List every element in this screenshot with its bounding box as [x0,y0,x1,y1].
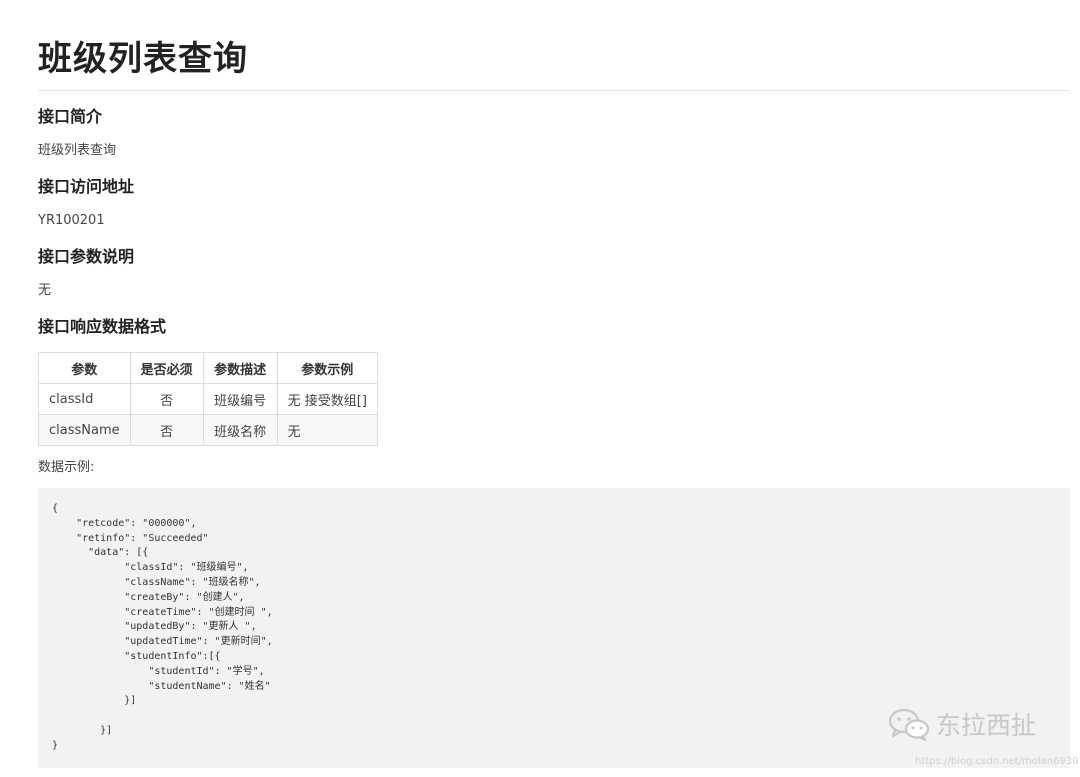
section-text-address: YR100201 [38,213,105,228]
table-header-cell: 参数示例 [276,352,378,384]
watermark-url: https://blog.csdn.net/molan6930 [915,756,1079,767]
table-cell: 无 接受数组[] [276,383,378,415]
table-header-cell: 是否必须 [129,352,204,384]
table-cell: 班级编号 [202,383,278,415]
table-cell: 否 [129,383,204,415]
watermark: 东拉西扯 [888,706,1036,742]
table-cell: classId [38,383,131,415]
table-cell: 无 [276,414,378,446]
wechat-icon [888,707,930,741]
watermark-text: 东拉西扯 [936,711,1037,740]
section-text-intro: 班级列表查询 [38,143,117,158]
response-fields-table: 参数 是否必须 参数描述 参数示例 classId 否 班级编号 无 接受数组[… [38,352,378,446]
table-cell: className [38,414,131,446]
table-header-cell: 参数 [38,352,131,384]
json-example-code: { "retcode": "000000", "retinfo": "Succe… [52,503,273,751]
table-header-cell: 参数描述 [202,352,278,384]
table-cell: 班级名称 [202,414,278,446]
table-cell: 否 [129,414,204,446]
table-row: classId 否 班级编号 无 接受数组[] [38,383,378,415]
page-title: 班级列表查询 [38,39,248,79]
section-heading-intro: 接口简介 [38,107,103,126]
example-label: 数据示例: [38,460,95,475]
section-text-params: 无 [38,283,52,298]
table-header-row: 参数 是否必须 参数描述 参数示例 [38,352,378,384]
section-heading-params: 接口参数说明 [38,247,135,266]
table-row: className 否 班级名称 无 [38,414,378,446]
section-heading-address: 接口访问地址 [38,177,135,196]
title-divider [38,90,1070,91]
section-heading-response: 接口响应数据格式 [38,317,167,336]
